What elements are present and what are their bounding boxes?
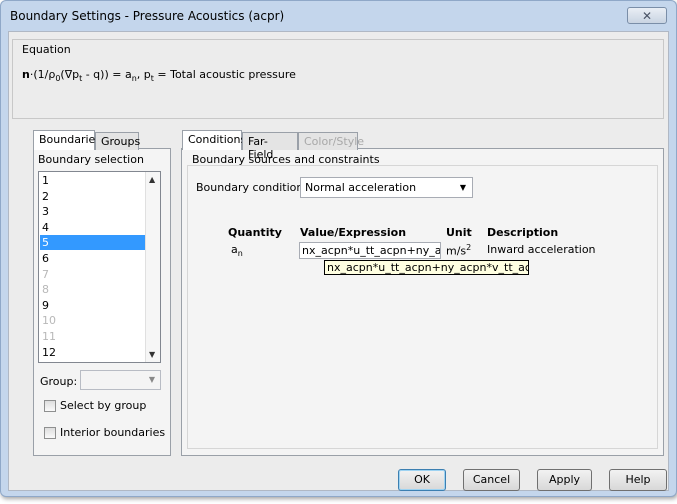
scroll-up-icon[interactable]: ▲ bbox=[149, 175, 155, 184]
chevron-down-icon: ▼ bbox=[148, 375, 155, 384]
quantity-cell: an bbox=[231, 243, 243, 258]
list-item[interactable]: 4 bbox=[40, 220, 146, 235]
boundary-condition-label: Boundary condition: bbox=[196, 181, 308, 194]
description-cell: Inward acceleration bbox=[487, 243, 596, 256]
equation-legend: Equation bbox=[22, 43, 71, 56]
list-item[interactable]: 3 bbox=[40, 204, 146, 219]
list-item[interactable]: 5 bbox=[40, 235, 146, 251]
unit-text: m/s bbox=[446, 244, 467, 258]
title-bar[interactable]: Boundary Settings - Pressure Acoustics (… bbox=[1, 1, 676, 31]
list-item[interactable]: 1 bbox=[40, 173, 146, 188]
group-label: Group: bbox=[40, 375, 78, 388]
close-icon: ✕ bbox=[641, 9, 653, 23]
list-item: 7 bbox=[42, 267, 49, 281]
list-item: 11 bbox=[42, 330, 56, 343]
group-select[interactable]: ▼ bbox=[80, 370, 161, 390]
tab-boundaries[interactable]: Boundaries bbox=[33, 130, 101, 150]
interior-boundaries-label: Interior boundaries bbox=[60, 426, 166, 439]
quantity-symbol: a bbox=[231, 243, 238, 256]
sources-label: Boundary sources and constraints bbox=[192, 153, 380, 166]
window-title: Boundary Settings - Pressure Acoustics (… bbox=[10, 9, 285, 23]
equation-part: (∇p bbox=[60, 68, 80, 81]
tab-conditions[interactable]: Conditions bbox=[182, 130, 246, 150]
equation-part: - q)) = a bbox=[82, 68, 132, 81]
boundary-condition-value: Normal acceleration bbox=[305, 181, 417, 194]
list-scrollbar[interactable]: ▲ ▼ bbox=[145, 172, 160, 362]
list-item[interactable]: 2 bbox=[40, 189, 146, 204]
list-item[interactable]: 9 bbox=[40, 298, 146, 313]
boundary-selection-label: Boundary selection bbox=[38, 153, 144, 166]
select-by-group-label: Select by group bbox=[60, 399, 147, 412]
list-item: 8 bbox=[42, 283, 49, 297]
apply-button[interactable]: Apply bbox=[537, 469, 592, 491]
chevron-down-icon: ▼ bbox=[459, 183, 466, 192]
tab-color-style: Color/Style bbox=[298, 132, 364, 150]
cancel-button[interactable]: Cancel bbox=[463, 469, 520, 491]
equation-part: = Total acoustic pressure bbox=[153, 68, 296, 81]
list-item: 10 bbox=[42, 314, 56, 328]
normal-vector-symbol: n bbox=[22, 68, 30, 81]
scroll-down-icon[interactable]: ▼ bbox=[149, 350, 155, 359]
value-expression-input[interactable]: nx_acpn*u_tt_acpn+ny_acpn*v_tt_acpn bbox=[299, 242, 441, 259]
tab-groups[interactable]: Groups bbox=[95, 132, 140, 150]
description-header: Description bbox=[487, 226, 559, 239]
quantity-header: Quantity bbox=[228, 226, 282, 239]
quantity-subscript: n bbox=[237, 249, 243, 259]
sources-group bbox=[187, 165, 658, 449]
boundary-condition-select[interactable]: Normal acceleration ▼ bbox=[300, 177, 473, 198]
help-button[interactable]: Help bbox=[609, 469, 667, 491]
value-header: Value/Expression bbox=[300, 226, 407, 239]
expression-tooltip: nx_acpn*u_tt_acpn+ny_acpn*v_tt_acpn bbox=[324, 260, 529, 275]
interior-boundaries-checkbox[interactable] bbox=[44, 427, 56, 439]
ok-button[interactable]: OK bbox=[398, 469, 446, 491]
select-by-group-checkbox[interactable] bbox=[44, 400, 56, 412]
equation-part: ·(1/ρ bbox=[29, 68, 56, 81]
list-item[interactable]: 6 bbox=[40, 251, 146, 266]
unit-cell: m/s2 bbox=[446, 243, 471, 258]
unit-header: Unit bbox=[446, 226, 472, 239]
boundary-list[interactable]: 1 2 3 4 5 6 7 8 9 10 11 12 ▲ ▼ bbox=[38, 171, 161, 363]
tab-far-field[interactable]: Far-Field bbox=[242, 132, 298, 161]
unit-superscript: 2 bbox=[466, 243, 472, 252]
equation-text: n·(1/ρ0(∇pt - q)) = an, pt = Total acous… bbox=[22, 68, 296, 83]
close-button[interactable]: ✕ bbox=[627, 7, 667, 24]
equation-part: , p bbox=[136, 68, 151, 81]
list-item[interactable]: 12 bbox=[40, 345, 146, 360]
